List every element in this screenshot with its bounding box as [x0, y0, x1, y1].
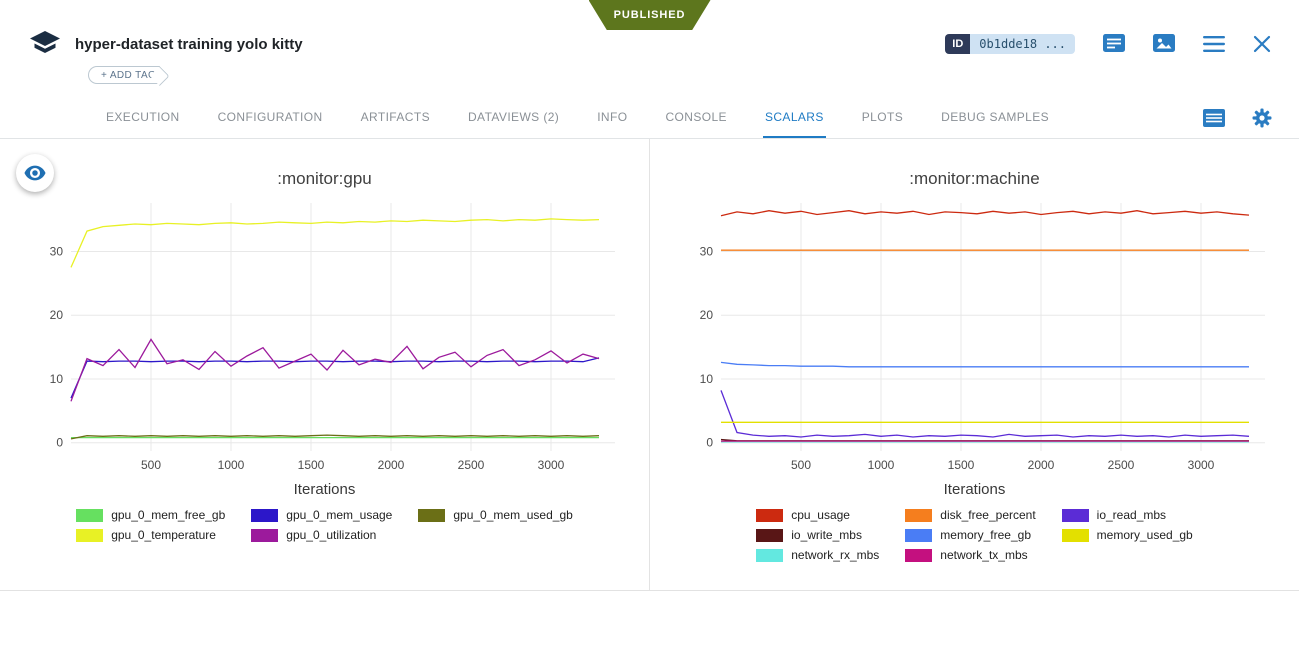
gpu-xaxis-label: Iterations [0, 481, 649, 498]
legend-label: cpu_usage [791, 508, 850, 522]
tab-execution[interactable]: EXECUTION [104, 98, 182, 138]
legend-item-memory_used_gb[interactable]: memory_used_gb [1062, 528, 1193, 542]
legend-label: gpu_0_mem_usage [286, 508, 392, 522]
tab-debug-samples[interactable]: DEBUG SAMPLES [939, 98, 1051, 138]
svg-text:10: 10 [699, 372, 713, 386]
id-value: 0b1dde18 ... [970, 34, 1075, 54]
svg-text:10: 10 [49, 372, 63, 386]
legend-label: gpu_0_mem_used_gb [453, 508, 572, 522]
tab-info[interactable]: INFO [595, 98, 629, 138]
tab-scalars[interactable]: SCALARS [763, 98, 826, 138]
tab-bar: EXECUTION CONFIGURATION ARTIFACTS DATAVIEWS… [0, 98, 1299, 139]
experiment-page: PUBLISHED hyper-dataset training yolo ki… [0, 0, 1299, 662]
legend-label: disk_free_percent [940, 508, 1035, 522]
tag-row: + ADD TAG [88, 66, 1271, 86]
menu-icon[interactable] [1203, 35, 1225, 53]
svg-text:30: 30 [49, 245, 63, 259]
tab-console[interactable]: CONSOLE [663, 98, 728, 138]
svg-text:2000: 2000 [1027, 458, 1054, 472]
legend-label: gpu_0_mem_free_gb [111, 508, 225, 522]
legend-swatch-gpu_0_mem_used_gb [418, 509, 445, 522]
svg-text:20: 20 [699, 308, 713, 322]
svg-text:2500: 2500 [457, 458, 484, 472]
legend-label: memory_used_gb [1097, 528, 1193, 542]
machine-chart-panel: :monitor:machine 0 10 20 30 500 1000 1500 2000 2… [649, 139, 1299, 590]
svg-text:20: 20 [49, 308, 63, 322]
tab-plots[interactable]: PLOTS [860, 98, 905, 138]
legend-item-gpu_0_mem_free_gb[interactable]: gpu_0_mem_free_gb [76, 508, 225, 522]
svg-text:30: 30 [699, 245, 713, 259]
machine-legend: cpu_usage disk_free_percent io_read_mbs io_… [756, 508, 1192, 562]
gpu-chart[interactable]: 0 10 20 30 500 1000 1500 2000 2500 3000 [25, 197, 625, 479]
legend-item-memory_free_gb[interactable]: memory_free_gb [905, 528, 1035, 542]
gpu-chart-panel: :monitor:gpu 0 10 20 30 500 1000 1500 2000 2500 3… [0, 139, 649, 590]
legend-item-cpu_usage[interactable]: cpu_usage [756, 508, 879, 522]
svg-text:1500: 1500 [947, 458, 974, 472]
legend-item-io_write_mbs[interactable]: io_write_mbs [756, 528, 879, 542]
svg-text:1000: 1000 [217, 458, 244, 472]
svg-text:500: 500 [790, 458, 810, 472]
svg-text:1500: 1500 [297, 458, 324, 472]
tab-dataviews-2[interactable]: DATAVIEWS (2) [466, 98, 561, 138]
svg-text:500: 500 [140, 458, 160, 472]
tab-configuration[interactable]: CONFIGURATION [216, 98, 325, 138]
legend-label: network_rx_mbs [791, 548, 879, 562]
legend-swatch-cpu_usage [756, 509, 783, 522]
close-icon[interactable] [1253, 35, 1271, 53]
legend-swatch-memory_used_gb [1062, 529, 1089, 542]
tab-list: EXECUTION CONFIGURATION ARTIFACTS DATAVIEWS… [104, 98, 1051, 138]
image-preview-icon[interactable] [1153, 34, 1175, 54]
legend-item-network_rx_mbs[interactable]: network_rx_mbs [756, 548, 879, 562]
add-tag-button[interactable]: + ADD TAG [88, 66, 160, 84]
svg-text:2000: 2000 [377, 458, 404, 472]
machine-chart[interactable]: 0 10 20 30 500 1000 1500 2000 2500 3000 [675, 197, 1275, 479]
legend-swatch-gpu_0_temperature [76, 529, 103, 542]
legend-swatch-gpu_0_mem_usage [251, 509, 278, 522]
eye-icon[interactable] [16, 154, 54, 192]
legend-item-io_read_mbs[interactable]: io_read_mbs [1062, 508, 1193, 522]
legend-swatch-gpu_0_mem_free_gb [76, 509, 103, 522]
legend-item-gpu_0_mem_used_gb[interactable]: gpu_0_mem_used_gb [418, 508, 572, 522]
legend-item-gpu_0_temperature[interactable]: gpu_0_temperature [76, 528, 225, 542]
published-ribbon: PUBLISHED [589, 0, 711, 30]
legend-item-gpu_0_utilization[interactable]: gpu_0_utilization [251, 528, 392, 542]
legend-swatch-gpu_0_utilization [251, 529, 278, 542]
tab-artifacts[interactable]: ARTIFACTS [359, 98, 432, 138]
experiment-id-badge[interactable]: ID 0b1dde18 ... [945, 34, 1075, 54]
legend-label: network_tx_mbs [940, 548, 1027, 562]
svg-text:0: 0 [56, 436, 63, 450]
svg-text:2500: 2500 [1107, 458, 1134, 472]
legend-swatch-io_read_mbs [1062, 509, 1089, 522]
svg-text:3000: 3000 [537, 458, 564, 472]
experiment-title: hyper-dataset training yolo kitty [75, 36, 303, 53]
gear-icon[interactable] [1251, 107, 1273, 129]
legend-label: io_read_mbs [1097, 508, 1166, 522]
legend-swatch-network_tx_mbs [905, 549, 932, 562]
legend-item-gpu_0_mem_usage[interactable]: gpu_0_mem_usage [251, 508, 392, 522]
notes-icon[interactable] [1103, 34, 1125, 54]
legend-swatch-memory_free_gb [905, 529, 932, 542]
gpu-chart-title: :monitor:gpu [0, 169, 649, 189]
machine-xaxis-label: Iterations [650, 481, 1299, 498]
legend-swatch-disk_free_percent [905, 509, 932, 522]
table-icon[interactable] [1203, 109, 1225, 127]
id-label: ID [945, 34, 970, 54]
svg-text:3000: 3000 [1187, 458, 1214, 472]
published-label: PUBLISHED [614, 9, 686, 21]
legend-item-network_tx_mbs[interactable]: network_tx_mbs [905, 548, 1035, 562]
legend-label: gpu_0_utilization [286, 528, 376, 542]
machine-chart-title: :monitor:machine [650, 169, 1299, 189]
app-logo-icon [28, 30, 62, 58]
legend-label: memory_free_gb [940, 528, 1031, 542]
gpu-legend: gpu_0_mem_free_gb gpu_0_mem_usage gpu_0_me… [76, 508, 573, 542]
svg-text:0: 0 [706, 436, 713, 450]
scalars-content: :monitor:gpu 0 10 20 30 500 1000 1500 2000 2500 3… [0, 139, 1299, 591]
legend-item-disk_free_percent[interactable]: disk_free_percent [905, 508, 1035, 522]
legend-swatch-io_write_mbs [756, 529, 783, 542]
legend-label: io_write_mbs [791, 528, 862, 542]
legend-label: gpu_0_temperature [111, 528, 216, 542]
svg-text:1000: 1000 [867, 458, 894, 472]
legend-swatch-network_rx_mbs [756, 549, 783, 562]
